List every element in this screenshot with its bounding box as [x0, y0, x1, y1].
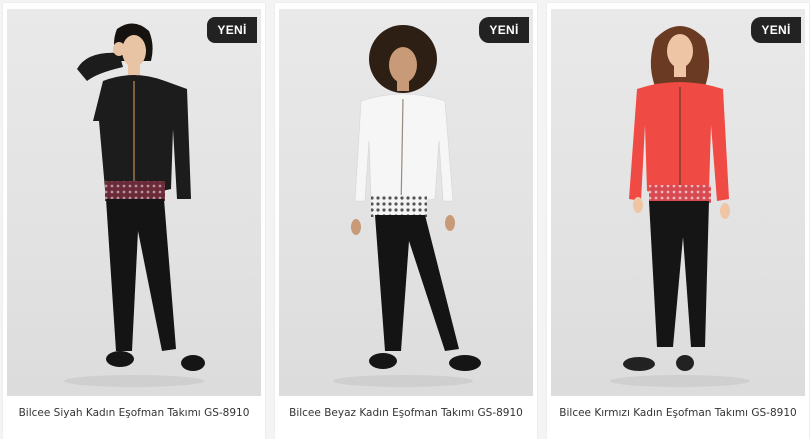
product-card[interactable]: YENİ Bilcee Siyah Kadın Eşofman Takımı G…	[3, 3, 265, 439]
jacket-color	[77, 52, 123, 81]
product-card[interactable]: YENİ Bilcee Kırmızı Kadın Eşofman Takımı…	[547, 3, 809, 439]
jacket-color	[629, 82, 729, 201]
product-name[interactable]: Bilcee Kırmızı Kadın Eşofman Takımı GS-8…	[547, 407, 809, 419]
new-badge: YENİ	[207, 17, 257, 43]
product-image[interactable]: YENİ	[551, 9, 805, 396]
product-image[interactable]: YENİ	[7, 9, 261, 396]
new-badge: YENİ	[751, 17, 801, 43]
product-image[interactable]: YENİ	[279, 9, 533, 396]
product-grid: YENİ Bilcee Siyah Kadın Eşofman Takımı G…	[0, 0, 810, 439]
product-card[interactable]: YENİ Bilcee Beyaz Kadın Eşofman Takımı G…	[275, 3, 537, 439]
product-name[interactable]: Bilcee Siyah Kadın Eşofman Takımı GS-891…	[3, 407, 265, 419]
new-badge: YENİ	[479, 17, 529, 43]
product-name[interactable]: Bilcee Beyaz Kadın Eşofman Takımı GS-891…	[275, 407, 537, 419]
